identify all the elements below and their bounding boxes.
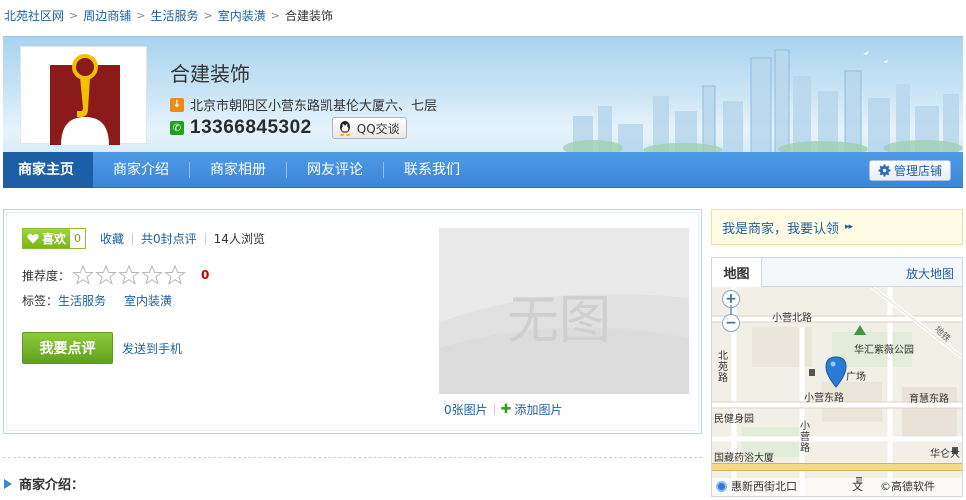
- intro-section-header: 商家介绍：: [4, 474, 84, 493]
- tags-label: 标签：: [22, 294, 59, 308]
- star-icon[interactable]: [95, 265, 117, 285]
- breadcrumb: 北苑社区网 > 周边商铺 > 生活服务 > 室内装潢 > 合建装饰: [4, 6, 333, 24]
- map-label-huaqi: 华仑大: [930, 449, 960, 460]
- map-label-square: 广场: [846, 372, 866, 383]
- map-label-fitness-park: 民健身园: [714, 414, 754, 425]
- map-copyright: ©高德软件: [880, 480, 935, 493]
- section-divider: [3, 457, 702, 458]
- map-canvas[interactable]: 小营北路 华汇紫薇公园 北苑路 广场 小营东路 育慧东路 民健身园 小营路 国藏…: [712, 287, 962, 496]
- like-count: 0: [70, 229, 86, 248]
- tab-shop-intro[interactable]: 商家介绍: [93, 152, 189, 188]
- map-label-huahui-park: 华汇紫薇公园: [854, 345, 914, 356]
- breadcrumb-separator: >: [136, 8, 146, 22]
- map-header: 地图 放大地图: [712, 258, 962, 287]
- add-photo-link[interactable]: 添加图片: [515, 401, 563, 418]
- rating-label: 推荐度：: [22, 268, 71, 283]
- plus-icon: ✚: [500, 402, 512, 417]
- breadcrumb-separator: >: [270, 8, 280, 22]
- map-label-beiyuan-road: 北苑路: [718, 351, 728, 384]
- location-pin-icon: ↓: [170, 97, 184, 112]
- enlarge-map-link[interactable]: 放大地图: [906, 265, 954, 282]
- shop-nav-bar: 商家主页 商家介绍 商家相册 网友评论 联系我们 管理店铺: [3, 151, 963, 188]
- shop-actions-row: 喜欢 0 收藏 共0封点评 14人浏览: [22, 228, 265, 249]
- subway-station-icon: [716, 480, 727, 492]
- tag-life-services[interactable]: 生活服务: [58, 292, 106, 309]
- shop-address: 北京市朝阳区小营东路凯基伦大厦六、七层: [190, 99, 438, 114]
- phone-icon: ✆: [170, 121, 184, 135]
- breadcrumb-item-life-services[interactable]: 生活服务: [150, 7, 198, 24]
- tab-user-reviews[interactable]: 网友评论: [287, 152, 383, 188]
- breadcrumb-separator: >: [69, 8, 79, 22]
- divider: [493, 404, 495, 415]
- shop-info-panel: 喜欢 0 收藏 共0封点评 14人浏览 推荐度： 0 标签： 生活服务 室内装潢…: [3, 209, 702, 434]
- map-tab[interactable]: 地图: [712, 258, 762, 287]
- qq-penguin-icon: [339, 121, 350, 136]
- tab-contact-us[interactable]: 联系我们: [384, 152, 480, 188]
- manage-shop-button[interactable]: 管理店铺: [868, 160, 951, 181]
- like-button-main: 喜欢: [23, 229, 71, 248]
- map-label-xiaoying-east: 小营东路: [804, 393, 844, 404]
- breadcrumb-separator: >: [203, 8, 213, 22]
- shop-header-banner: 合建装饰 ↓ 北京市朝阳区小营东路凯基伦大厦六、七层 ✆ 13366845302…: [3, 36, 963, 154]
- no-image-text: 无图: [507, 291, 612, 351]
- like-label: 喜欢: [42, 232, 67, 246]
- city-skyline-illustration: [563, 49, 963, 154]
- shop-name: 合建装饰: [170, 62, 250, 86]
- map-label-yuhui-east: 育慧东路: [909, 394, 949, 405]
- photo-count-link[interactable]: 0张图片: [444, 401, 488, 418]
- map-label-xiaoying-north: 小营北路: [772, 313, 812, 324]
- double-arrow-icon: ▸▸: [845, 222, 853, 232]
- star-icon[interactable]: [141, 265, 163, 285]
- qq-chat-label: QQ交谈: [356, 121, 400, 136]
- intro-title: 商家介绍：: [19, 478, 85, 493]
- shop-logo: [20, 46, 147, 145]
- tab-shop-album[interactable]: 商家相册: [190, 152, 286, 188]
- tag-interior-decoration[interactable]: 室内装潢: [124, 292, 172, 309]
- divider: [204, 232, 206, 245]
- write-review-button[interactable]: 我要点评: [22, 332, 113, 364]
- arrow-right-icon: [4, 478, 12, 489]
- tab-shop-home[interactable]: 商家主页: [3, 151, 93, 188]
- manage-shop-label: 管理店铺: [893, 164, 942, 178]
- shop-address-row: ↓ 北京市朝阳区小营东路凯基伦大厦六、七层: [170, 95, 437, 114]
- star-icon[interactable]: [164, 265, 186, 285]
- map-zoom-out-button[interactable]: −: [722, 314, 740, 332]
- rating-row: 推荐度： 0: [22, 265, 209, 285]
- map-panel: 地图 放大地图 小营北路 华汇紫薇公园 北苑路 广场 小营东路 育慧东路 民健身…: [711, 257, 963, 497]
- rating-value: 0: [201, 268, 210, 282]
- photo-footer: 0张图片 ✚ 添加图片: [444, 401, 563, 418]
- star-icon[interactable]: [72, 265, 94, 285]
- star-icon[interactable]: [118, 265, 140, 285]
- tags-row: 标签： 生活服务 室内装潢: [22, 292, 190, 309]
- shop-phone: 13366845302: [190, 117, 312, 138]
- shop-photo-placeholder[interactable]: 无图: [439, 228, 689, 394]
- breadcrumb-item-interior-decoration[interactable]: 室内装潢: [218, 7, 266, 24]
- divider: [132, 232, 134, 245]
- heart-icon: [27, 233, 39, 244]
- send-to-phone-link[interactable]: 发送到手机: [122, 340, 182, 357]
- map-label-guocang: 国藏药浴大厦: [714, 453, 774, 464]
- reviews-count-link[interactable]: 共0封点评: [141, 230, 197, 247]
- breadcrumb-item-current: 合建装饰: [284, 8, 333, 23]
- claim-text: 我是商家，我要认领: [722, 221, 840, 237]
- qq-chat-button[interactable]: QQ交谈: [331, 117, 407, 139]
- shop-phone-row: ✆ 13366845302 QQ交谈: [170, 117, 407, 139]
- map-label-xiaoying-road: 小营路: [800, 421, 810, 454]
- views-count: 14人浏览: [213, 232, 265, 246]
- breadcrumb-item-community[interactable]: 北苑社区网: [4, 7, 64, 24]
- shop-logo-graphic: [50, 54, 120, 145]
- gear-icon: [878, 164, 891, 177]
- favorite-link[interactable]: 收藏: [100, 230, 124, 247]
- breadcrumb-item-nearby-shops[interactable]: 周边商铺: [83, 7, 131, 24]
- shop-info-inner: 喜欢 0 收藏 共0封点评 14人浏览 推荐度： 0 标签： 生活服务 室内装潢…: [6, 212, 699, 431]
- map-station-name: 惠新西街北口: [731, 480, 797, 493]
- map-station-label: 惠新西街北口: [716, 478, 797, 494]
- map-label-wen: 文: [852, 480, 863, 493]
- like-button[interactable]: 喜欢 0: [22, 228, 87, 249]
- claim-shop-link[interactable]: 我是商家，我要认领 ▸▸: [711, 209, 963, 245]
- rating-stars: [72, 265, 187, 285]
